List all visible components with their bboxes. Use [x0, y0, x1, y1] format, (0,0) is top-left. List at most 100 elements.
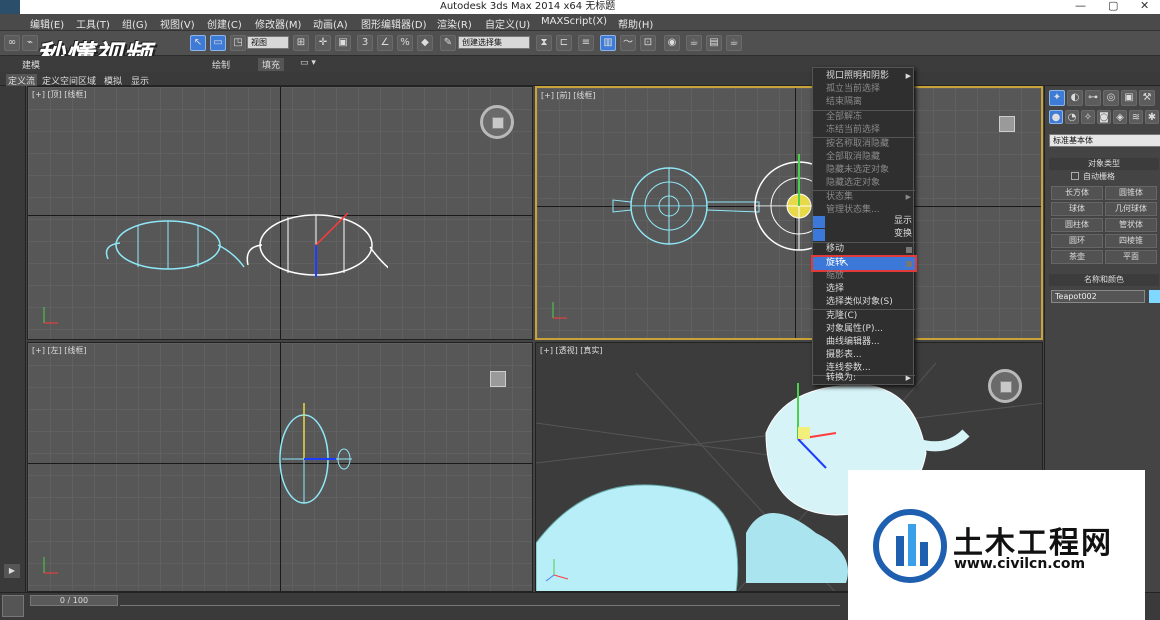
- select-region-icon[interactable]: ▭: [210, 35, 226, 51]
- curve-editor-icon[interactable]: 〜: [620, 35, 636, 51]
- object-type-rollout[interactable]: 对象类型: [1049, 158, 1159, 170]
- lights-icon[interactable]: ✧: [1081, 110, 1095, 124]
- ribbon-options-icon[interactable]: ▭ ▾: [300, 58, 316, 68]
- minimize-button[interactable]: —: [1075, 0, 1086, 12]
- object-name-input[interactable]: Teapot002: [1051, 290, 1145, 303]
- tab-fill[interactable]: 填充: [258, 58, 285, 71]
- menu-edit[interactable]: 编辑(E): [30, 16, 64, 31]
- edit-named-selection-icon[interactable]: ✎: [440, 35, 456, 51]
- category-dropdown[interactable]: 标准基本体: [1049, 134, 1160, 147]
- menu-item-rotate[interactable]: 旋转: [811, 255, 917, 272]
- menu-item-select-similar[interactable]: 选择类似对象(S): [813, 296, 915, 309]
- menu-item-object-properties[interactable]: 对象属性(P)...: [813, 323, 915, 336]
- viewport-label[interactable]: [+] [前] [线框]: [541, 90, 596, 101]
- viewport-left[interactable]: [+] [左] [线框]: [27, 342, 533, 592]
- render-setup-icon[interactable]: ☕: [686, 35, 702, 51]
- menu-help[interactable]: 帮助(H): [618, 16, 653, 31]
- menu-item-unfreeze-all[interactable]: 全部解冻: [813, 111, 915, 124]
- tube-button[interactable]: 管状体: [1105, 218, 1157, 232]
- close-button[interactable]: ✕: [1140, 0, 1149, 12]
- angle-snap-icon[interactable]: ∠: [377, 35, 393, 51]
- tab-paint[interactable]: 绘制: [212, 58, 230, 71]
- frame-counter[interactable]: 0 / 100: [30, 595, 118, 606]
- snaps-toggle-icon[interactable]: 3: [357, 35, 373, 51]
- percent-snap-icon[interactable]: %: [397, 35, 413, 51]
- viewcube-icon[interactable]: [480, 105, 514, 139]
- menu-group[interactable]: 组(G): [122, 16, 148, 31]
- menu-graph-editors[interactable]: 图形编辑器(D): [361, 16, 427, 31]
- settings-box-icon[interactable]: [906, 247, 912, 253]
- viewport-front[interactable]: [+] [前] [线框]: [535, 86, 1043, 340]
- expand-arrow-icon[interactable]: ▶: [4, 564, 20, 578]
- menu-tools[interactable]: 工具(T): [76, 16, 110, 31]
- viewport-label[interactable]: [+] [顶] [线框]: [32, 89, 87, 100]
- cylinder-button[interactable]: 圆柱体: [1051, 218, 1103, 232]
- torus-button[interactable]: 圆环: [1051, 234, 1103, 248]
- graphite-toolbar-icon[interactable]: ▥: [600, 35, 616, 51]
- name-color-rollout[interactable]: 名称和颜色: [1049, 274, 1159, 286]
- menu-item-end-isolate[interactable]: 结束隔离: [813, 96, 915, 109]
- menu-views[interactable]: 视图(V): [160, 16, 195, 31]
- keyboard-shortcut-icon[interactable]: ▣: [335, 35, 351, 51]
- box-button[interactable]: 长方体: [1051, 186, 1103, 200]
- align-icon[interactable]: ⊏: [556, 35, 572, 51]
- menu-item-state-sets[interactable]: 状态集 ▶: [813, 191, 915, 204]
- menu-create[interactable]: 创建(C): [207, 16, 242, 31]
- maximize-button[interactable]: ▢: [1108, 0, 1118, 12]
- modify-tab-icon[interactable]: ◐: [1067, 90, 1083, 106]
- pivot-center-icon[interactable]: ⊞: [293, 35, 309, 51]
- object-color-swatch[interactable]: [1149, 290, 1160, 303]
- menu-item-clone[interactable]: 克隆(C): [813, 310, 915, 323]
- menu-maxscript[interactable]: MAXScript(X): [541, 16, 607, 27]
- menu-item-unhide-all[interactable]: 全部取消隐藏: [813, 151, 915, 164]
- menu-customize[interactable]: 自定义(U): [485, 16, 530, 31]
- window-crossing-icon[interactable]: ◳: [230, 35, 246, 51]
- menu-item-convert-to[interactable]: 转换为: ▶: [813, 372, 915, 385]
- render-production-icon[interactable]: ☕: [726, 35, 742, 51]
- menu-modifiers[interactable]: 修改器(M): [255, 16, 301, 31]
- motion-tab-icon[interactable]: ◎: [1103, 90, 1119, 106]
- teapot-wireframe[interactable]: [274, 403, 364, 513]
- settings-box-icon[interactable]: [906, 261, 912, 267]
- viewcube-icon[interactable]: [999, 116, 1015, 132]
- tab-modeling[interactable]: 建模: [22, 58, 40, 71]
- named-selection-set-dropdown[interactable]: 创建选择集: [458, 36, 530, 49]
- menu-item-move[interactable]: 移动: [813, 243, 915, 256]
- menu-item-unhide-by-name[interactable]: 按名称取消隐藏: [813, 138, 915, 151]
- menu-item-select[interactable]: 选择: [813, 283, 915, 296]
- viewcube-icon[interactable]: [988, 369, 1022, 403]
- select-object-icon[interactable]: ↖: [190, 35, 206, 51]
- spinner-snap-icon[interactable]: ◆: [417, 35, 433, 51]
- menu-item-viewport-lighting[interactable]: 视口照明和阴影 ▶: [813, 70, 915, 83]
- reference-coordinate-dropdown[interactable]: 视图: [247, 36, 289, 49]
- timeline-track[interactable]: [120, 595, 840, 606]
- menu-rendering[interactable]: 渲染(R): [437, 16, 472, 31]
- autogrid-checkbox[interactable]: [1071, 172, 1079, 180]
- plane-button[interactable]: 平面: [1105, 250, 1157, 264]
- select-manipulate-icon[interactable]: ✛: [315, 35, 331, 51]
- menu-item-dope-sheet[interactable]: 摄影表...: [813, 349, 915, 362]
- geometry-icon[interactable]: ●: [1049, 110, 1063, 124]
- systems-icon[interactable]: ✱: [1145, 110, 1159, 124]
- menu-item-isolate-selection[interactable]: 孤立当前选择: [813, 83, 915, 96]
- schematic-view-icon[interactable]: ⊡: [640, 35, 656, 51]
- viewcube-icon[interactable]: [490, 371, 506, 387]
- helpers-icon[interactable]: ◈: [1113, 110, 1127, 124]
- viewport-layout-icon[interactable]: [2, 595, 24, 617]
- link-icon[interactable]: ∞: [4, 35, 20, 51]
- create-tab-icon[interactable]: ✦: [1049, 90, 1065, 106]
- spacewarps-icon[interactable]: ≋: [1129, 110, 1143, 124]
- geosphere-button[interactable]: 几何球体: [1105, 202, 1157, 216]
- sphere-button[interactable]: 球体: [1051, 202, 1103, 216]
- material-editor-icon[interactable]: ◉: [664, 35, 680, 51]
- menu-item-hide-unselected[interactable]: 隐藏未选定对象: [813, 164, 915, 177]
- mirror-icon[interactable]: ⧗: [536, 35, 552, 51]
- layer-manager-icon[interactable]: ≡: [578, 35, 594, 51]
- teapot-wireframe[interactable]: [98, 205, 388, 295]
- teapot-wireframe[interactable]: [607, 150, 817, 260]
- shapes-icon[interactable]: ◔: [1065, 110, 1079, 124]
- pyramid-button[interactable]: 四棱锥: [1105, 234, 1157, 248]
- cameras-icon[interactable]: ◙: [1097, 110, 1111, 124]
- menu-item-hide-selection[interactable]: 隐藏选定对象: [813, 177, 915, 190]
- utilities-tab-icon[interactable]: ⚒: [1139, 90, 1155, 106]
